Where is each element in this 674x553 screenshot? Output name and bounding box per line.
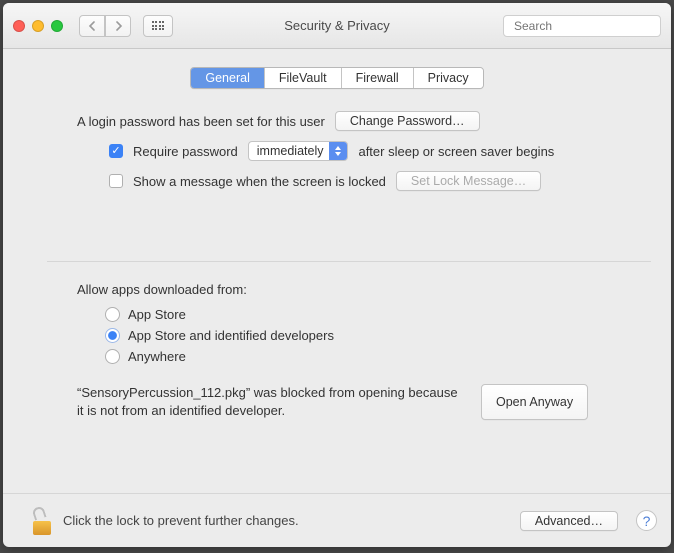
back-button[interactable]: [79, 15, 105, 37]
close-button[interactable]: [13, 20, 25, 32]
radio-app-store-label: App Store: [128, 307, 186, 322]
lock-button[interactable]: [31, 507, 53, 535]
zoom-button[interactable]: [51, 20, 63, 32]
traffic-lights: [13, 20, 63, 32]
download-radio-group: App Store App Store and identified devel…: [77, 307, 621, 364]
minimize-button[interactable]: [32, 20, 44, 32]
show-message-checkbox[interactable]: [109, 174, 123, 188]
set-lock-message-button: Set Lock Message…: [396, 171, 541, 191]
advanced-button[interactable]: Advanced…: [520, 511, 618, 531]
select-value: immediately: [257, 144, 324, 158]
after-sleep-label: after sleep or screen saver begins: [358, 144, 554, 159]
footer: Click the lock to prevent further change…: [3, 493, 671, 547]
require-password-delay-select[interactable]: immediately: [248, 141, 349, 161]
titlebar: Security & Privacy: [3, 3, 671, 49]
help-button[interactable]: ?: [636, 510, 657, 531]
radio-app-store[interactable]: [105, 307, 120, 322]
change-password-button[interactable]: Change Password…: [335, 111, 480, 131]
blocked-app-message: “SensoryPercussion_112.pkg” was blocked …: [77, 384, 467, 420]
tab-bar: General FileVault Firewall Privacy: [3, 49, 671, 89]
forward-button[interactable]: [105, 15, 131, 37]
prefs-window: Security & Privacy General FileVault Fir…: [3, 3, 671, 547]
open-anyway-button[interactable]: Open Anyway: [481, 384, 588, 420]
chevron-left-icon: [88, 21, 97, 31]
require-password-label: Require password: [133, 144, 238, 159]
chevron-right-icon: [114, 21, 123, 31]
search-input[interactable]: [514, 19, 669, 33]
lock-open-icon: [31, 505, 46, 520]
tab-filevault[interactable]: FileVault: [265, 68, 342, 88]
grid-icon: [152, 21, 165, 30]
show-message-label: Show a message when the screen is locked: [133, 174, 386, 189]
lock-hint-label: Click the lock to prevent further change…: [63, 513, 299, 528]
download-heading: Allow apps downloaded from:: [77, 282, 621, 297]
radio-identified-devs-label: App Store and identified developers: [128, 328, 334, 343]
tab-privacy[interactable]: Privacy: [414, 68, 483, 88]
show-all-button[interactable]: [143, 15, 173, 37]
general-pane: A login password has been set for this u…: [3, 89, 671, 493]
require-password-checkbox[interactable]: [109, 144, 123, 158]
radio-anywhere[interactable]: [105, 349, 120, 364]
nav-buttons: [79, 15, 131, 37]
tab-firewall[interactable]: Firewall: [342, 68, 414, 88]
divider: [47, 261, 651, 262]
search-field[interactable]: [503, 15, 661, 37]
stepper-arrows-icon: [329, 141, 347, 161]
lock-body-icon: [33, 521, 51, 535]
radio-anywhere-label: Anywhere: [128, 349, 186, 364]
tab-general[interactable]: General: [191, 68, 264, 88]
login-password-label: A login password has been set for this u…: [77, 114, 325, 129]
radio-identified-devs[interactable]: [105, 328, 120, 343]
